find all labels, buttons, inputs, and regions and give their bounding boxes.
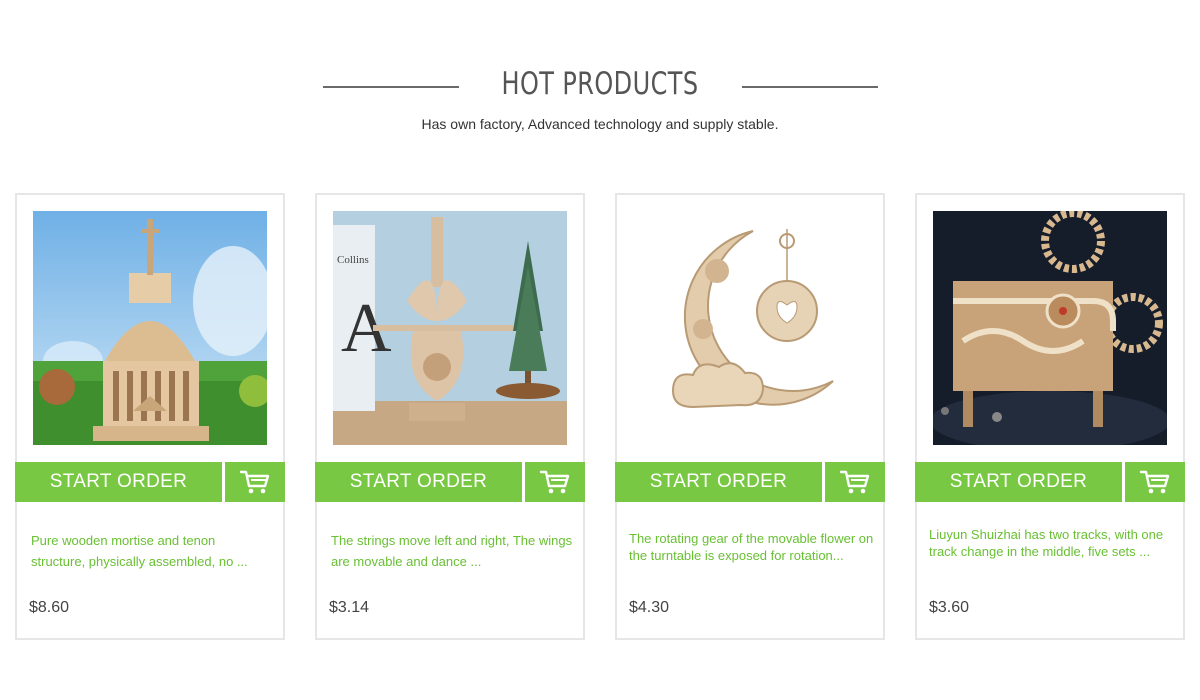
product-price: $8.60 [29,599,70,616]
add-to-cart-button[interactable] [1125,462,1185,502]
section-subtitle: Has own factory, Advanced technology and… [421,116,779,132]
product-image-cathedral[interactable] [33,211,267,445]
product-description[interactable]: Pure wooden mortise and tenon structure,… [31,530,273,574]
start-order-button[interactable]: START ORDER [315,462,522,502]
svg-text:Collins: Collins [337,254,369,266]
start-order-button[interactable]: START ORDER [15,462,222,502]
product-description[interactable]: Liuyun Shuizhai has two tracks, with one… [929,526,1183,562]
product-price: $3.14 [329,599,370,616]
add-to-cart-button[interactable] [525,462,585,502]
title-divider-right [742,86,878,88]
product-description[interactable]: The rotating gear of the movable flower … [629,530,883,566]
product-card: START ORDER Liuyun Shuizhai has two trac… [915,193,1185,640]
hot-products-header: HOT PRODUCTS Has own factory, Advanced t… [0,0,1200,190]
product-card: Collins A START ORDER The strings move l… [315,193,585,640]
order-bar: START ORDER [915,462,1185,502]
product-image-violin-music-box[interactable]: Collins A [333,211,567,445]
product-image-marble-track[interactable] [933,211,1167,445]
product-image-moon[interactable] [633,211,867,445]
add-to-cart-button[interactable] [825,462,885,502]
start-order-button[interactable]: START ORDER [915,462,1122,502]
product-card: START ORDER Pure wooden mortise and teno… [15,193,285,640]
cart-icon [839,470,870,494]
order-bar: START ORDER [615,462,885,502]
cart-icon [1139,470,1170,494]
add-to-cart-button[interactable] [225,462,285,502]
cart-icon [539,470,570,494]
order-bar: START ORDER [15,462,285,502]
product-price: $3.60 [929,599,970,616]
product-description[interactable]: The strings move left and right, The win… [331,530,573,574]
order-bar: START ORDER [315,462,585,502]
product-card: START ORDER The rotating gear of the mov… [615,193,885,640]
section-title: HOT PRODUCTS [501,66,699,102]
product-price: $4.30 [629,599,670,616]
cart-icon [239,470,270,494]
start-order-button[interactable]: START ORDER [615,462,822,502]
